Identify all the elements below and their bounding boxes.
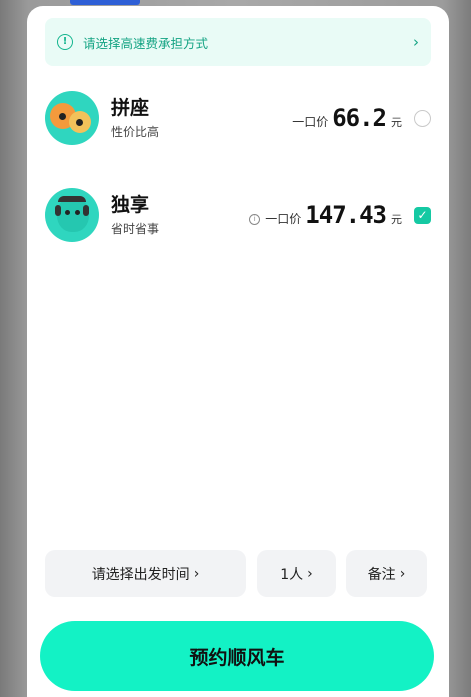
price-label: 一口价: [292, 115, 329, 129]
departure-time-label: 请选择出发时间: [91, 566, 190, 583]
carpool-checkbox[interactable]: [414, 109, 431, 127]
chevron-right-icon: ›: [399, 565, 406, 582]
price-value: 147.43: [305, 201, 387, 229]
price-label: 一口价: [265, 212, 302, 226]
passenger-count-button[interactable]: 1人 ›: [257, 550, 336, 597]
option-subtitle: 性价比高: [111, 124, 160, 139]
price-group: i 一口价 147.43 元: [249, 201, 402, 229]
exclusive-avatar-icon: [45, 188, 99, 242]
price-group: 一口价 66.2 元: [292, 104, 402, 132]
notice-text: 请选择高速费承担方式: [83, 35, 209, 51]
price-unit: 元: [391, 213, 402, 226]
book-ride-button[interactable]: 预约顺风车: [40, 621, 434, 691]
departure-time-button[interactable]: 请选择出发时间 ›: [45, 550, 246, 597]
price-info-icon[interactable]: i: [249, 213, 261, 225]
checkmark-icon: ✓: [417, 208, 428, 222]
highway-fee-notice[interactable]: ! 请选择高速费承担方式 ›: [45, 18, 431, 66]
booking-sheet: ! 请选择高速费承担方式 › 拼座 性价比高 一口价 66.2 元 独享 省时省…: [27, 6, 449, 697]
option-title: 拼座: [111, 96, 150, 119]
option-exclusive[interactable]: 独享 省时省事 i 一口价 147.43 元 ✓: [45, 187, 431, 243]
option-carpool[interactable]: 拼座 性价比高 一口价 66.2 元: [45, 90, 431, 146]
book-ride-label: 预约顺风车: [189, 646, 285, 669]
price-unit: 元: [391, 116, 402, 129]
info-alert-icon: !: [57, 34, 73, 50]
exclusive-checkbox[interactable]: ✓: [414, 206, 431, 224]
carpool-avatar-icon: [45, 91, 99, 145]
option-subtitle: 省时省事: [111, 221, 160, 236]
note-label: 备注: [367, 566, 396, 583]
price-value: 66.2: [332, 104, 387, 132]
chevron-right-icon: ›: [193, 565, 200, 582]
note-button[interactable]: 备注 ›: [346, 550, 427, 597]
chevron-right-icon: ›: [413, 33, 419, 51]
passenger-count-label: 1人: [280, 566, 304, 583]
background-tab-indicator: [70, 0, 140, 5]
option-title: 独享: [111, 193, 150, 216]
chevron-right-icon: ›: [307, 565, 313, 582]
